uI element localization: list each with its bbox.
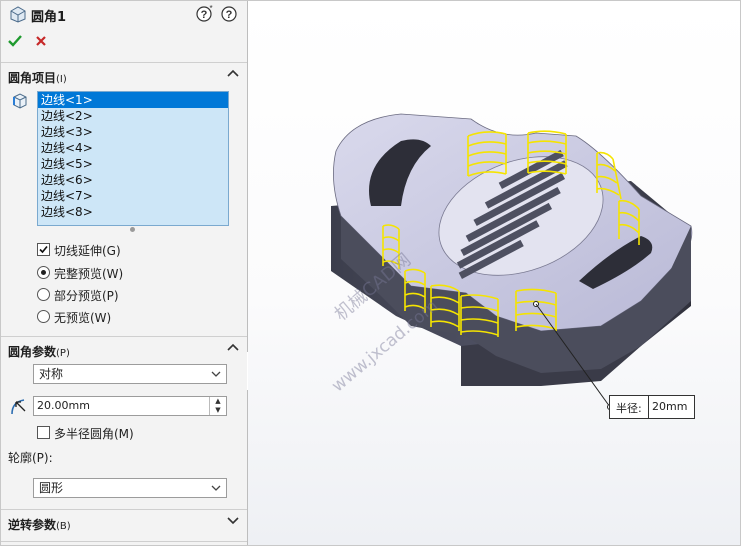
callout-value[interactable]: 20mm (652, 400, 687, 413)
full-preview-label: 完整预览(W) (54, 267, 124, 281)
multi-radius-label: 多半径圆角(M) (54, 427, 134, 441)
feature-title: 圆角1 (31, 10, 67, 25)
edge-list-item[interactable]: 边线<5> (38, 156, 228, 172)
reverse-section-title[interactable]: 逆转参数(B) (8, 516, 71, 533)
graphics-viewport[interactable]: 机械CAD网 www.jxcad.com (248, 1, 740, 545)
edge-list-item[interactable]: 边线<7> (38, 188, 228, 204)
chevron-down-icon[interactable] (227, 516, 239, 529)
chevron-down-icon (211, 365, 221, 390)
multi-radius-checkbox[interactable] (37, 426, 50, 439)
chevron-down-icon (211, 479, 221, 504)
params-section-title[interactable]: 圆角参数(P) (8, 343, 70, 360)
radius-input[interactable]: 20.00mm ▲ ▼ (33, 396, 227, 416)
radius-spinner[interactable]: ▲ ▼ (209, 397, 226, 415)
callout-key: 半径: (616, 402, 642, 415)
divider (1, 541, 247, 542)
partial-preview-radio[interactable] (37, 288, 50, 301)
no-preview-radio[interactable] (37, 310, 50, 323)
edge-list-item[interactable]: 边线<1> (38, 92, 228, 108)
svg-text:*: * (209, 5, 212, 13)
tangent-propagation-label: 切线延伸(G) (54, 244, 121, 258)
window: 圆角1 ? * ? 圆角项目(I) 边线<1> 边线<2> 边线<3> 边线<4… (0, 0, 741, 546)
divider (1, 62, 247, 63)
help-icon[interactable]: ? * (196, 4, 214, 26)
full-preview-radio[interactable] (37, 266, 50, 279)
edge-list-item[interactable]: 边线<3> (38, 124, 228, 140)
spin-up-icon[interactable]: ▲ (210, 397, 226, 406)
edge-list-item[interactable]: 边线<6> (38, 172, 228, 188)
edge-list-item[interactable]: 边线<2> (38, 108, 228, 124)
items-section-label: 圆角项目 (8, 71, 57, 85)
no-preview-label: 无预览(W) (54, 311, 112, 325)
profile-value: 圆形 (39, 481, 64, 495)
chevron-up-icon[interactable] (227, 68, 239, 81)
tangent-propagation-checkbox[interactable] (37, 243, 50, 256)
divider (1, 336, 247, 337)
edge-selection-icon (11, 92, 29, 113)
question-icon[interactable]: ? (220, 5, 238, 26)
params-section-accel: (P) (56, 348, 70, 359)
svg-text:?: ? (226, 9, 233, 21)
items-section-accel: (I) (56, 74, 67, 85)
edge-list-item[interactable]: 边线<4> (38, 140, 228, 156)
items-section-title[interactable]: 圆角项目(I) (8, 69, 67, 86)
edge-list[interactable]: 边线<1> 边线<2> 边线<3> 边线<4> 边线<5> 边线<6> 边线<7> 边线<8> (37, 91, 229, 226)
radius-icon (9, 396, 31, 419)
svg-text:?: ? (201, 9, 208, 21)
part-model (331, 113, 693, 410)
resize-handle[interactable] (130, 227, 135, 232)
radius-value: 20.00mm (37, 399, 90, 412)
fillet-method-select[interactable]: 对称 (33, 364, 227, 384)
divider (1, 509, 247, 510)
reverse-section-accel: (B) (56, 521, 71, 532)
chevron-up-icon[interactable] (227, 342, 239, 355)
partial-preview-label: 部分预览(P) (54, 289, 119, 303)
params-section-label: 圆角参数 (8, 345, 57, 359)
fillet-feature-icon (8, 5, 28, 26)
spin-down-icon[interactable]: ▼ (210, 406, 226, 415)
close-icon[interactable] (34, 34, 48, 51)
reverse-section-label: 逆转参数 (8, 518, 57, 532)
edge-list-item[interactable]: 边线<8> (38, 204, 228, 220)
profile-label: 轮廓(P): (8, 451, 53, 465)
property-manager: 圆角1 ? * ? 圆角项目(I) 边线<1> 边线<2> 边线<3> 边线<4… (1, 1, 248, 545)
callout-separator (648, 396, 649, 418)
fillet-method-value: 对称 (39, 367, 64, 381)
profile-select[interactable]: 圆形 (33, 478, 227, 498)
radius-callout[interactable]: 半径: 20mm (609, 395, 695, 419)
check-icon[interactable] (7, 34, 23, 51)
